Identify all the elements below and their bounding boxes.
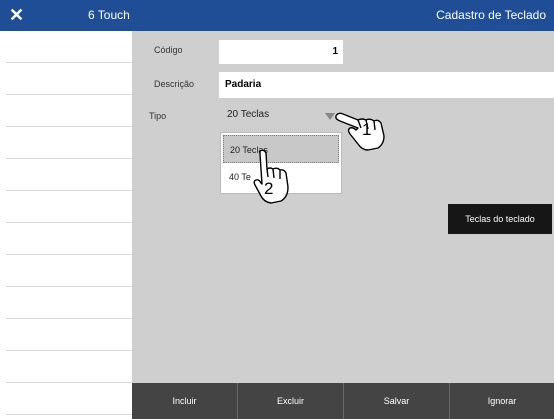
- app-name: 6 Touch: [88, 8, 130, 22]
- descricao-field[interactable]: Padaria: [219, 72, 554, 98]
- keys-button[interactable]: Teclas do teclado: [448, 204, 552, 234]
- action-bar: Incluir Excluir Salvar Ignorar: [132, 383, 554, 419]
- list-item[interactable]: [6, 319, 132, 351]
- include-button[interactable]: Incluir: [132, 383, 238, 419]
- list-item[interactable]: [6, 63, 132, 95]
- codigo-field[interactable]: 1: [219, 40, 343, 64]
- list-item[interactable]: [6, 255, 132, 287]
- tipo-label: Tipo: [149, 111, 167, 121]
- ignore-button[interactable]: Ignorar: [450, 383, 554, 419]
- title-bar: ✕ 6 Touch Cadastro de Teclado: [0, 0, 554, 31]
- close-icon[interactable]: ✕: [9, 3, 24, 27]
- list-item[interactable]: [6, 351, 132, 383]
- record-list: [0, 31, 132, 419]
- list-item[interactable]: [6, 95, 132, 127]
- descricao-label: Descrição: [154, 79, 195, 89]
- list-item[interactable]: [6, 287, 132, 319]
- screen-title: Cadastro de Teclado: [436, 8, 546, 22]
- pointing-hand-icon: 1: [334, 106, 392, 154]
- delete-button[interactable]: Excluir: [238, 383, 344, 419]
- list-item[interactable]: [6, 127, 132, 159]
- pointing-hand-icon: 2: [251, 149, 295, 207]
- annotation-number-1: 1: [362, 120, 372, 139]
- list-item[interactable]: [6, 191, 132, 223]
- form-panel: Código 1 Descrição Padaria Tipo 20 Tecla…: [132, 31, 554, 383]
- codigo-label: Código: [154, 45, 183, 55]
- list-item[interactable]: [6, 31, 132, 63]
- annotation-number-2: 2: [264, 179, 274, 198]
- tipo-select[interactable]: 20 Teclas: [227, 109, 269, 120]
- save-button[interactable]: Salvar: [344, 383, 450, 419]
- list-item[interactable]: [6, 383, 132, 415]
- list-item[interactable]: [6, 223, 132, 255]
- list-item[interactable]: [6, 159, 132, 191]
